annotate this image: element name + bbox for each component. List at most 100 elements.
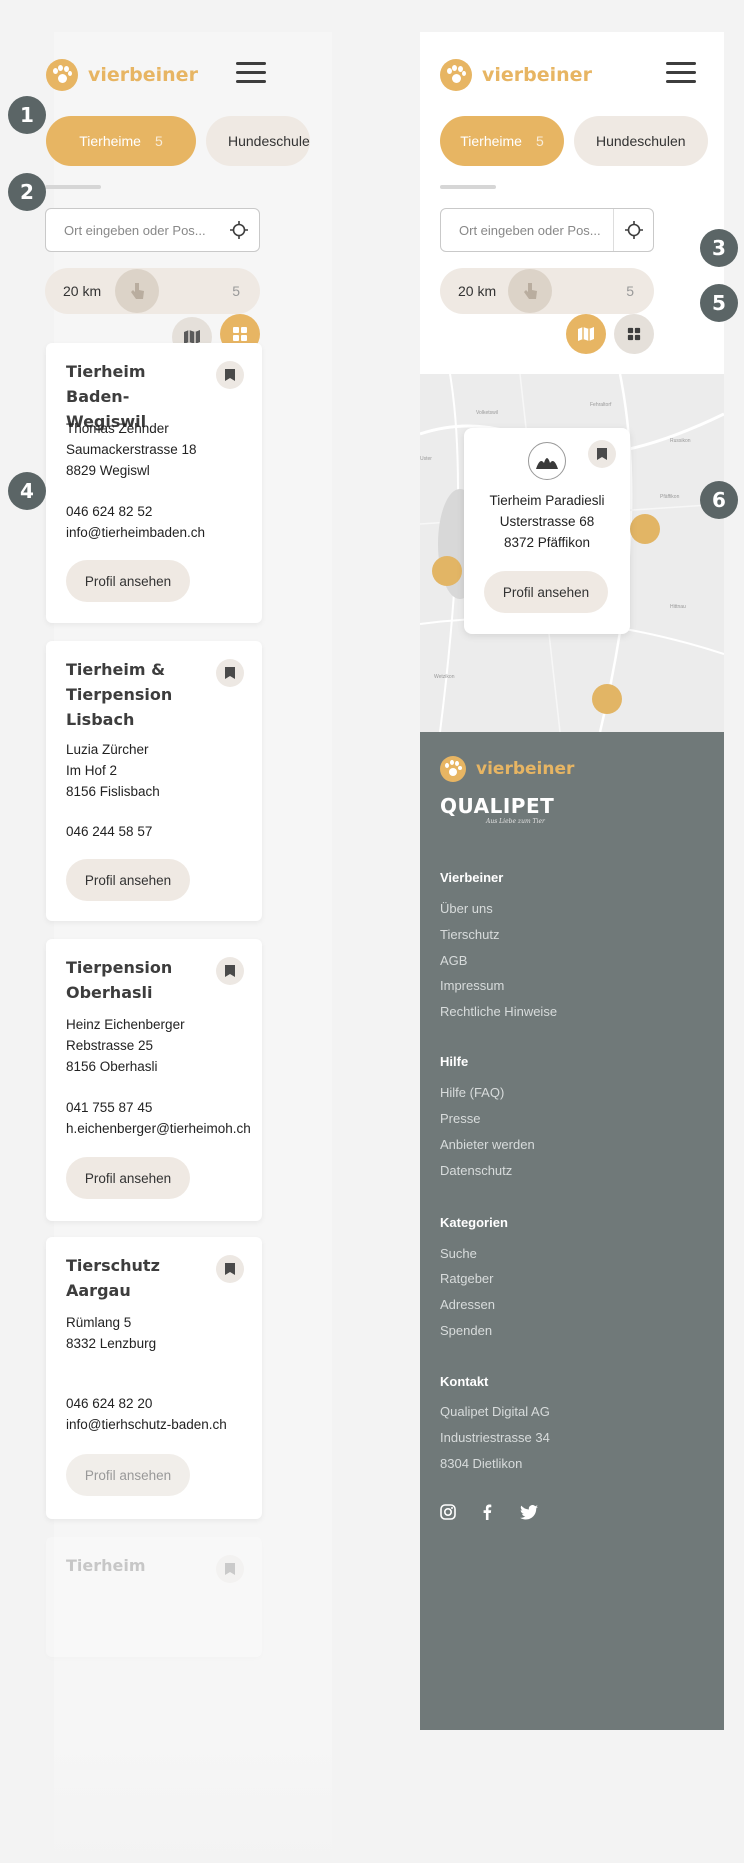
contact-name: Thomas Zehnder <box>66 421 169 436</box>
footer-text: Qualipet Digital AG <box>440 1404 550 1419</box>
profile-button[interactable]: Profil ansehen <box>66 859 190 901</box>
footer-link[interactable]: Anbieter werden <box>440 1137 535 1152</box>
tab-tierheime[interactable]: Tierheime 5 <box>440 116 564 166</box>
street: Rümlang 5 <box>66 1315 132 1330</box>
footer-link[interactable]: Datenschutz <box>440 1163 512 1178</box>
profile-button[interactable]: Profil ansehen <box>66 560 190 602</box>
tab-count: 5 <box>154 133 163 149</box>
map-popup: Tierheim Paradiesli Usterstrasse 68 8372… <box>464 428 630 634</box>
location-search: Ort eingeben oder Pos... <box>45 208 260 252</box>
street: Rebstrasse 25 <box>66 1038 154 1053</box>
street: Im Hof 2 <box>66 763 118 778</box>
footer-link[interactable]: Impressum <box>440 978 504 993</box>
email[interactable]: h.eichenberger@tierheimoh.ch <box>66 1118 251 1139</box>
radius-max: 5 <box>626 283 634 299</box>
listing-title: Tierpension Oberhasli <box>66 958 173 1002</box>
scroll-indicator <box>440 185 496 189</box>
map-label: Wetzikon <box>434 674 455 680</box>
bookmark-icon[interactable] <box>216 659 244 687</box>
bookmark-icon[interactable] <box>216 1255 244 1283</box>
footer-link[interactable]: AGB <box>440 953 467 968</box>
grid-view-button[interactable] <box>614 314 654 354</box>
footer-link[interactable]: Tierschutz <box>440 927 499 942</box>
locate-icon[interactable] <box>613 209 653 251</box>
annotation-marker: 1 <box>8 96 46 134</box>
paw-icon <box>440 59 472 91</box>
map-pin[interactable] <box>432 556 462 586</box>
brand-name: vierbeiner <box>88 64 198 86</box>
listing-card: Tierheim & Tierpension Lisbach Luzia Zür… <box>46 641 262 921</box>
footer-link[interactable]: Adressen <box>440 1297 495 1312</box>
brand-name: vierbeiner <box>476 759 575 779</box>
phone[interactable]: 041 755 87 45 <box>66 1097 251 1118</box>
slider-handle[interactable] <box>115 269 159 313</box>
popup-title: Tierheim Paradiesli <box>489 493 605 508</box>
email[interactable]: info@tierheimbaden.ch <box>66 522 205 543</box>
footer-link[interactable]: Hilfe (FAQ) <box>440 1085 504 1100</box>
list-view-screen: vierbeiner Tierheime 5 Hundeschulen Ort e… <box>45 32 332 1863</box>
map-view-button[interactable] <box>566 314 606 354</box>
radius-slider[interactable]: 20 km 5 <box>440 268 654 314</box>
phone[interactable]: 046 624 82 52 <box>66 501 205 522</box>
instagram-icon[interactable] <box>440 1504 456 1525</box>
logo[interactable]: vierbeiner <box>46 59 198 91</box>
bookmark-icon[interactable] <box>216 361 244 389</box>
tab-count: 5 <box>535 133 544 149</box>
search-input[interactable]: Ort eingeben oder Pos... <box>46 223 219 238</box>
map-pin[interactable] <box>630 514 660 544</box>
phone[interactable]: 046 244 58 57 <box>66 821 152 842</box>
qualipet-logo[interactable]: QUALIPET Aus Liebe zum Tier <box>440 794 554 825</box>
profile-button[interactable]: Profil ansehen <box>66 1454 190 1496</box>
footer-link[interactable]: Ratgeber <box>440 1271 493 1286</box>
city: 8156 Fislisbach <box>66 784 160 799</box>
listing-address: Heinz Eichenberger Rebstrasse 25 8156 Ob… <box>66 1014 185 1077</box>
footer-link[interactable]: Spenden <box>440 1323 492 1338</box>
footer-heading: Vierbeiner <box>440 870 504 885</box>
listing-address: Rümlang 5 8332 Lenzburg <box>66 1312 156 1354</box>
listing-address: Luzia Zürcher Im Hof 2 8156 Fislisbach <box>66 739 160 802</box>
footer-logo[interactable]: vierbeiner <box>440 756 574 782</box>
tab-hundeschulen[interactable]: Hundeschulen <box>206 116 310 166</box>
grid-icon <box>627 327 641 341</box>
logo[interactable]: vierbeiner <box>440 59 592 91</box>
contact-name: Luzia Zürcher <box>66 742 149 757</box>
listing-title: Tierheim <box>66 1556 146 1575</box>
bookmark-icon[interactable] <box>216 1555 244 1583</box>
menu-icon[interactable] <box>666 62 696 84</box>
tab-tierheime[interactable]: Tierheime 5 <box>46 116 196 166</box>
footer-link[interactable]: Suche <box>440 1246 477 1261</box>
bookmark-icon[interactable] <box>216 957 244 985</box>
tab-hundeschulen[interactable]: Hundeschulen <box>574 116 708 166</box>
city: 8829 Wegiswl <box>66 463 150 478</box>
slider-handle[interactable] <box>508 269 552 313</box>
popup-city: 8372 Pfäffikon <box>503 535 591 550</box>
footer-link[interactable]: Presse <box>440 1111 480 1126</box>
listing-contact: 046 624 82 20 info@tierhschutz-baden.ch <box>66 1393 227 1435</box>
listing-contact: 046 244 58 57 <box>66 821 152 842</box>
phone[interactable]: 046 624 82 20 <box>66 1393 227 1414</box>
footer-heading: Kontakt <box>440 1374 489 1389</box>
map-label: Fehraltorf <box>590 402 612 408</box>
twitter-icon[interactable] <box>520 1505 538 1525</box>
paw-icon <box>46 59 78 91</box>
search-input[interactable]: Ort eingeben oder Pos... <box>441 223 613 238</box>
radius-slider[interactable]: 20 km 5 <box>45 268 260 314</box>
locate-icon[interactable] <box>219 209 259 251</box>
category-tabs: Tierheime 5 Hundeschulen <box>440 116 708 166</box>
map-label: Russikon <box>670 438 691 444</box>
annotation-marker: 2 <box>8 173 46 211</box>
profile-button[interactable]: Profil ansehen <box>484 571 608 613</box>
tab-label: Tierheime <box>79 133 141 149</box>
facebook-icon[interactable] <box>482 1504 492 1525</box>
listing-contact: 041 755 87 45 h.eichenberger@tierheimoh.… <box>66 1097 251 1139</box>
profile-button[interactable]: Profil ansehen <box>66 1157 190 1199</box>
city: 8156 Oberhasli <box>66 1059 158 1074</box>
map-pin[interactable] <box>592 684 622 714</box>
bookmark-icon[interactable] <box>588 440 616 468</box>
footer-link[interactable]: Rechtliche Hinweise <box>440 1004 557 1019</box>
brand-name: vierbeiner <box>482 64 592 86</box>
footer-link[interactable]: Über uns <box>440 901 493 916</box>
menu-icon[interactable] <box>236 62 266 84</box>
email[interactable]: info@tierhschutz-baden.ch <box>66 1414 227 1435</box>
listing-card: Tierheim <box>46 1537 262 1657</box>
